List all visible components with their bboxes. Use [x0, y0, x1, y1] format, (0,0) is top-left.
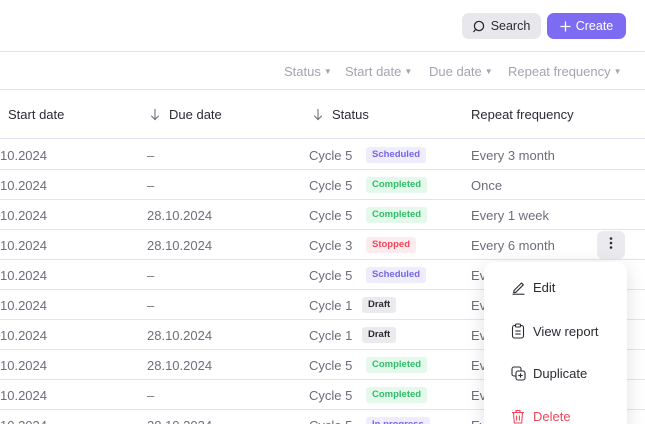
table-row[interactable]: 10.2024 28.10.2024 Cycle 3 Stopped Every 6 m…	[0, 230, 645, 260]
cell-start-date: 10.2024	[0, 148, 47, 163]
cell-start-date: 10.2024	[0, 238, 47, 253]
cell-start-date: 10.2024	[0, 388, 47, 403]
column-header-due-date[interactable]: Due date	[150, 107, 222, 122]
status-badge: Completed	[366, 387, 428, 403]
status-badge: Scheduled	[366, 267, 427, 283]
trash-icon	[510, 409, 526, 424]
cell-cycle: Cycle 3	[309, 238, 353, 253]
filter-status[interactable]: Status ▼	[284, 64, 332, 79]
create-button-label: Create	[575, 19, 614, 33]
column-header-start-date[interactable]: Start date	[8, 107, 64, 122]
cell-repeat-frequency: Once	[471, 178, 503, 193]
cell-due-date: 28.10.2024	[147, 328, 213, 343]
more-vertical-icon	[609, 236, 613, 254]
cell-cycle: Cycle 1	[309, 298, 353, 313]
search-button[interactable]: Search	[462, 13, 541, 39]
top-toolbar: Search Create	[0, 0, 645, 52]
cell-start-date: 10.2024	[0, 418, 47, 424]
caret-down-icon: ▼	[484, 67, 493, 76]
sort-arrow-down-icon	[313, 108, 323, 121]
column-header-label: Repeat frequency	[471, 107, 574, 122]
menu-item-view-report[interactable]: View report	[510, 323, 599, 339]
status-badge: In progress	[366, 417, 430, 424]
table-row[interactable]: 10.2024 28.10.2024 Cycle 5 Completed Every 1…	[0, 200, 645, 230]
menu-item-label: Duplicate	[533, 366, 588, 381]
cell-start-date: 10.2024	[0, 358, 47, 373]
column-header-status[interactable]: Status	[313, 107, 369, 122]
menu-item-edit[interactable]: Edit	[510, 280, 555, 295]
filter-repeat-frequency-label: Repeat frequency	[508, 64, 611, 79]
cell-start-date: 10.2024	[0, 328, 47, 343]
menu-item-label: Delete	[533, 409, 571, 424]
cell-due-date: –	[147, 388, 155, 403]
cell-due-date: 28.10.2024	[147, 358, 213, 373]
cell-repeat-frequency: Every 3 month	[471, 148, 555, 163]
pencil-icon	[510, 280, 526, 295]
status-badge: Scheduled	[366, 147, 427, 163]
cell-start-date: 10.2024	[0, 268, 47, 283]
cell-cycle: Cycle 5	[309, 358, 353, 373]
menu-item-label: View report	[533, 323, 599, 339]
filter-due-date-label: Due date	[429, 64, 482, 79]
status-badge: Completed	[366, 207, 428, 223]
column-header-label: Start date	[8, 107, 65, 122]
cell-cycle: Cycle 5	[309, 268, 353, 283]
status-badge: Draft	[362, 297, 397, 313]
cell-due-date: 28.10.2024	[147, 208, 213, 223]
status-badge: Stopped	[366, 237, 416, 253]
menu-item-delete[interactable]: Delete	[510, 409, 571, 424]
cell-cycle: Cycle 5	[309, 418, 352, 424]
clipboard-icon	[510, 323, 526, 339]
table-header: Start date Due date Status Repeat freque…	[0, 90, 645, 139]
cell-repeat-frequency: Every 6 month	[471, 238, 555, 253]
cell-cycle: Cycle 5	[309, 148, 353, 163]
cell-due-date: –	[147, 148, 155, 163]
column-header-label: Status	[332, 107, 369, 122]
filter-due-date[interactable]: Due date ▼	[429, 64, 493, 79]
cell-due-date: –	[147, 268, 155, 283]
column-header-label: Due date	[169, 107, 222, 122]
cell-start-date: 10.2024	[0, 208, 47, 223]
create-button[interactable]: Create	[547, 13, 626, 39]
filter-start-date[interactable]: Start date ▼	[345, 64, 412, 79]
filter-start-date-label: Start date	[345, 64, 402, 79]
filter-repeat-frequency[interactable]: Repeat frequency ▼	[508, 64, 622, 79]
table-row[interactable]: 10.2024 – Cycle 5 Completed Once	[0, 170, 645, 200]
search-icon	[472, 20, 486, 33]
cell-due-date: –	[147, 298, 155, 313]
cell-cycle: Cycle 5	[309, 388, 353, 403]
row-actions-button[interactable]	[597, 231, 625, 259]
cell-cycle: Cycle 1	[309, 328, 353, 343]
menu-item-label: Edit	[533, 280, 556, 295]
cell-cycle: Cycle 5	[309, 178, 353, 193]
status-badge: Completed	[366, 177, 428, 193]
cell-repeat-frequency: Every 1 week	[471, 208, 550, 223]
caret-down-icon: ▼	[613, 67, 622, 76]
column-header-repeat-frequency[interactable]: Repeat frequency	[471, 107, 574, 122]
cell-due-date: 28.10.2024	[147, 418, 212, 424]
caret-down-icon: ▼	[323, 67, 332, 76]
cell-due-date: 28.10.2024	[147, 238, 213, 253]
status-badge: Completed	[366, 357, 428, 373]
cell-start-date: 10.2024	[0, 298, 47, 313]
status-badge: Draft	[362, 327, 397, 343]
plus-icon	[560, 20, 571, 32]
row-actions-menu: Edit View report Duplicate Delete	[484, 262, 627, 424]
sort-arrow-down-icon	[150, 108, 160, 121]
table-row[interactable]: 10.2024 – Cycle 5 Scheduled Every 3 month	[0, 140, 645, 170]
search-button-label: Search	[490, 19, 531, 33]
duplicate-icon	[510, 366, 526, 381]
menu-item-duplicate[interactable]: Duplicate	[510, 366, 587, 381]
cell-start-date: 10.2024	[0, 178, 47, 193]
cell-cycle: Cycle 5	[309, 208, 353, 223]
filter-bar: Status ▼ Start date ▼ Due date ▼ Repeat fre…	[0, 52, 645, 90]
cell-due-date: –	[147, 178, 155, 193]
caret-down-icon: ▼	[404, 67, 413, 76]
filter-status-label: Status	[284, 64, 321, 79]
